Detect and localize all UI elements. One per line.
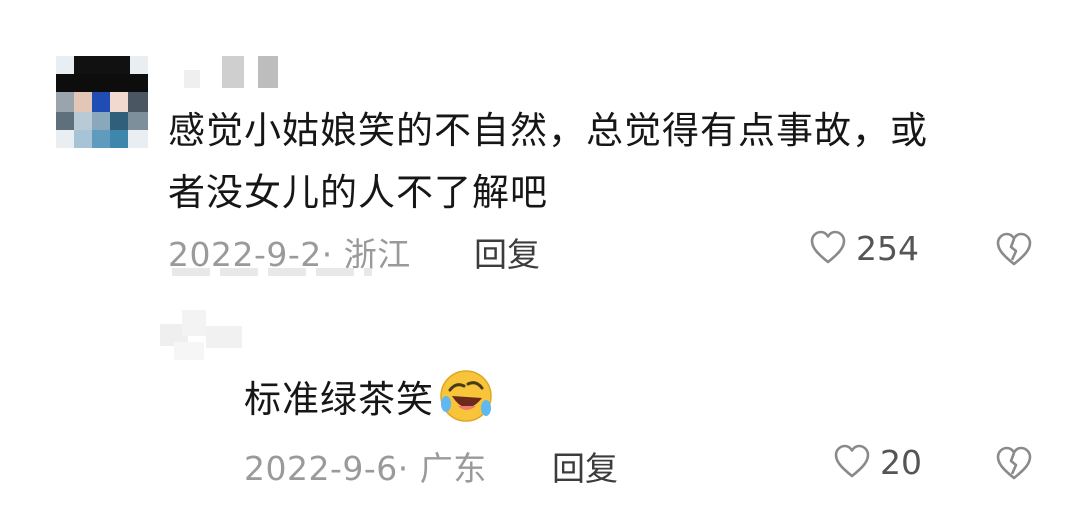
reply-like-button[interactable]: 20 [832,442,922,482]
reply-text: 标准绿茶笑 [244,368,494,424]
reply-dislike-button[interactable] [994,444,1034,488]
like-button[interactable]: 254 [808,228,919,268]
reply-date-location: 2022-9-6· 广东 [244,449,487,488]
comment-text: 感觉小姑娘笑的不自然，总觉得有点事故，或 者没女儿的人不了解吧 [168,100,1028,224]
like-count: 254 [856,228,919,268]
heart-icon [834,444,870,478]
reply-reply-button[interactable]: 回复 [552,442,618,490]
date-underline-artifact [172,268,372,276]
comment-text-line2: 者没女儿的人不了解吧 [168,171,548,214]
avatar[interactable] [56,56,148,148]
comment-text-line1: 感觉小姑娘笑的不自然，总觉得有点事故，或 [168,109,928,152]
reply-text-content: 标准绿茶笑 [244,378,434,421]
rolling-on-floor-laughing-emoji [440,370,492,422]
reply-button[interactable]: 回复 [474,228,540,276]
broken-heart-icon [996,232,1032,266]
username-blurred[interactable] [184,52,284,88]
reply-like-count: 20 [880,442,922,482]
broken-heart-icon [996,446,1032,480]
heart-icon [810,230,846,264]
dislike-button[interactable] [994,230,1034,274]
reply-avatar[interactable] [160,306,244,362]
